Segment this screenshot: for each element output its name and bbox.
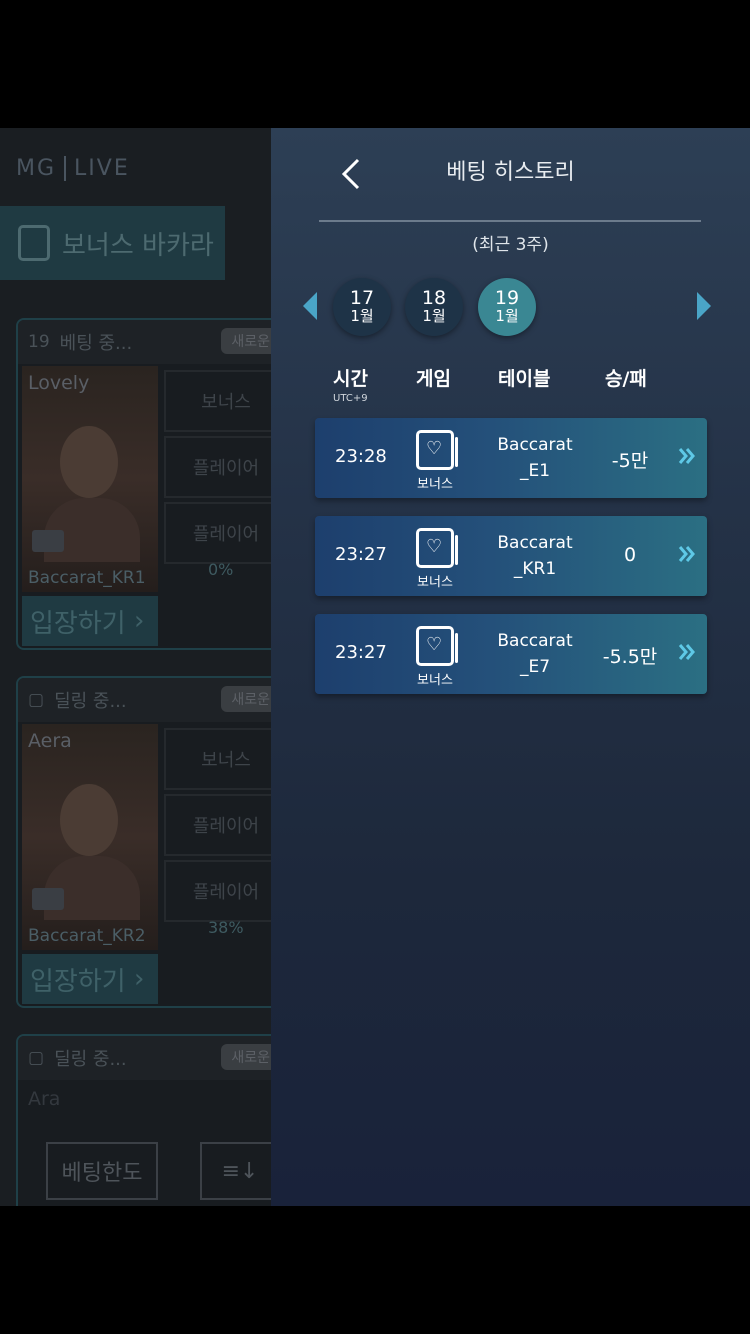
dealer-photo (22, 724, 158, 950)
dealer-name: Aera (28, 730, 72, 752)
bet-grid: 보너스 플레이어 플레이어 (164, 728, 271, 926)
logo-mg: MG (16, 156, 67, 181)
history-list: 23:28 ♡ 보너스 Baccarat _E1 -5만 23:27 ♡ 보너스 (315, 418, 707, 712)
mg-live-logo: MG LIVE (16, 156, 130, 181)
row-result: 0 (623, 544, 637, 566)
dealer-name: Ara (28, 1088, 61, 1110)
row-table: Baccarat _KR1 (497, 533, 573, 579)
table-card[interactable]: ▢ 딜링 중... 새로운 Aera Baccarat_KR2 보너스 플레이어… (16, 676, 271, 1008)
row-result: -5.5만 (602, 646, 658, 668)
row-time: 23:27 (335, 544, 387, 565)
double-chevron-right-icon[interactable] (677, 642, 697, 662)
date-pill-19[interactable]: 19 1월 (478, 278, 536, 336)
table-status: 베팅 중... (59, 333, 133, 354)
row-time: 23:27 (335, 642, 387, 663)
row-game: ♡ 보너스 (411, 626, 459, 688)
row-table: Baccarat _E7 (497, 631, 573, 677)
bet-cell: 플레이어 (164, 794, 271, 856)
bet-cell: 플레이어 (164, 860, 271, 922)
new-badge: 새로운 (221, 1044, 271, 1070)
date-pill-18[interactable]: 18 1월 (405, 278, 463, 336)
game-label: 보너스 (417, 673, 453, 688)
round-number: 19 (28, 332, 50, 352)
lobby-background: MG LIVE 보너스 바카라 19 베팅 중... 새로운 Lovely Ba… (0, 128, 271, 1206)
table-card-header: ▢ 딜링 중... 새로운 (18, 678, 271, 722)
bonus-card-icon: ♡ (416, 626, 458, 666)
bonus-card-icon: ♡ (416, 430, 458, 470)
game-label: 보너스 (417, 477, 453, 492)
sort-icon[interactable]: ≡↓ (200, 1142, 271, 1200)
bet-grid: 보너스 플레이어 플레이어 (164, 370, 271, 568)
table-card[interactable]: 19 베팅 중... 새로운 Lovely Baccarat_KR1 보너스 플… (16, 318, 271, 650)
table-card-header: ▢ 딜링 중... 새로운 (18, 1036, 271, 1080)
card-icon (18, 225, 50, 261)
card-icon: ▢ (28, 690, 45, 710)
bonus-card-icon: ♡ (416, 528, 458, 568)
bet-cell: 보너스 (164, 728, 271, 790)
bet-cell: 플레이어 (164, 436, 271, 498)
period-subtitle: (최근 3주) (472, 235, 549, 255)
row-table: Baccarat _E1 (497, 435, 573, 481)
table-status: 딜링 중... (54, 691, 127, 712)
dealer-photo (22, 366, 158, 592)
betting-history-panel: 베팅 히스토리 (최근 3주) 17 1월 18 1월 19 1월 시간 UTC… (271, 128, 750, 1206)
new-badge: 새로운 (221, 328, 271, 354)
row-game: ♡ 보너스 (411, 528, 459, 590)
bet-percent: 38% (208, 918, 244, 937)
logo-live: LIVE (74, 156, 130, 181)
date-pill-17[interactable]: 17 1월 (333, 278, 391, 336)
bet-limit-button[interactable]: 베팅한도 (46, 1142, 158, 1200)
table-status: 딜링 중... (54, 1049, 127, 1070)
column-time: 시간 (333, 368, 368, 390)
enter-button[interactable]: 입장하기 › (22, 954, 158, 1004)
table-name: Baccarat_KR2 (28, 926, 146, 946)
game-label: 보너스 (417, 575, 453, 590)
row-game: ♡ 보너스 (411, 430, 459, 492)
new-badge: 새로운 (221, 686, 271, 712)
column-game: 게임 (416, 368, 451, 390)
timezone-label: UTC+9 (333, 393, 368, 404)
prev-date-arrow-icon[interactable] (303, 292, 317, 320)
history-row[interactable]: 23:27 ♡ 보너스 Baccarat _KR1 0 (315, 516, 707, 596)
history-row[interactable]: 23:27 ♡ 보너스 Baccarat _E7 -5.5만 (315, 614, 707, 694)
card-icon: ▢ (28, 1048, 45, 1068)
bet-cell: 플레이어 (164, 502, 271, 564)
korea-flag-icon (32, 530, 64, 552)
divider (319, 220, 701, 222)
category-button[interactable]: 보너스 바카라 (0, 206, 225, 280)
category-label: 보너스 바카라 (62, 230, 214, 261)
date-selector: 17 1월 18 1월 19 1월 (271, 278, 750, 338)
next-date-arrow-icon[interactable] (697, 292, 711, 320)
double-chevron-right-icon[interactable] (677, 544, 697, 564)
bet-cell: 보너스 (164, 370, 271, 432)
history-row[interactable]: 23:28 ♡ 보너스 Baccarat _E1 -5만 (315, 418, 707, 498)
panel-title: 베팅 히스토리 (446, 160, 575, 185)
bet-percent: 0% (208, 560, 234, 579)
korea-flag-icon (32, 888, 64, 910)
table-card-header: 19 베팅 중... 새로운 (18, 320, 271, 364)
table-name: Baccarat_KR1 (28, 568, 146, 588)
dealer-name: Lovely (28, 372, 90, 394)
double-chevron-right-icon[interactable] (677, 446, 697, 466)
app-viewport: MG LIVE 보너스 바카라 19 베팅 중... 새로운 Lovely Ba… (0, 128, 750, 1206)
column-result: 승/패 (605, 368, 647, 390)
row-time: 23:28 (335, 446, 387, 467)
column-table: 테이블 (498, 368, 551, 390)
row-result: -5만 (611, 450, 649, 472)
enter-button[interactable]: 입장하기 › (22, 596, 158, 646)
